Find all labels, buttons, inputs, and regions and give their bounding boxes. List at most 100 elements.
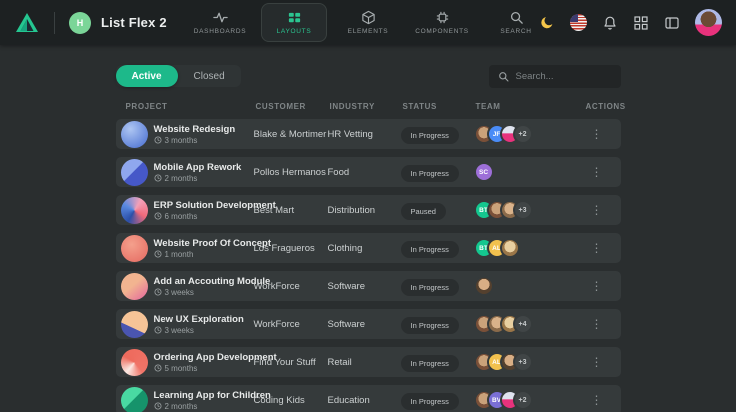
table-row[interactable]: Add an Accouting Module 3 weeks WorkForc… <box>116 271 621 301</box>
team-overflow-count: +4 <box>513 314 533 334</box>
clock-icon <box>154 402 162 410</box>
customer-cell: Best Mart <box>254 205 328 216</box>
project-icon-cell <box>121 311 154 338</box>
row-menu-button[interactable]: ⋮ <box>591 241 603 255</box>
bell-icon[interactable] <box>602 15 618 31</box>
status-cell: In Progress <box>401 239 474 258</box>
project-icon <box>121 159 148 186</box>
project-list: Website Redesign 3 months Blake & Mortim… <box>116 119 621 412</box>
project-name: Website Redesign <box>154 124 254 136</box>
status-badge: In Progress <box>401 165 459 182</box>
activity-icon <box>213 10 228 25</box>
col-header-industry: INDUSTRY <box>330 102 403 111</box>
project-duration: 1 month <box>154 250 254 259</box>
row-menu-button[interactable]: ⋮ <box>591 127 603 141</box>
apps-grid-icon[interactable] <box>633 15 649 31</box>
table-row[interactable]: ERP Solution Development 6 months Best M… <box>116 195 621 225</box>
project-cell: New UX Exploration 3 weeks <box>154 314 254 335</box>
status-badge: In Progress <box>401 317 459 334</box>
filter-closed-button[interactable]: Closed <box>178 65 241 87</box>
industry-cell: Software <box>328 281 401 292</box>
table-row[interactable]: Website Proof Of Concept 1 month Los Fra… <box>116 233 621 263</box>
project-cell: ERP Solution Development 6 months <box>154 200 254 221</box>
table-row[interactable]: New UX Exploration 3 weeks WorkForce Sof… <box>116 309 621 339</box>
project-icon <box>121 273 148 300</box>
project-cell: Website Proof Of Concept 1 month <box>154 238 254 259</box>
grid-icon <box>287 10 302 25</box>
duration-text: 6 months <box>165 212 198 221</box>
row-menu-button[interactable]: ⋮ <box>591 393 603 407</box>
status-badge: In Progress <box>401 241 459 258</box>
project-cell: Mobile App Rework 2 months <box>154 162 254 183</box>
project-cell: Add an Accouting Module 3 weeks <box>154 276 254 297</box>
clock-icon <box>154 288 162 296</box>
status-filter-toggle: Active Closed <box>116 65 241 87</box>
team-avatar-initials: SC <box>474 162 494 182</box>
actions-cell: ⋮ <box>584 201 621 219</box>
search-input[interactable] <box>516 71 612 82</box>
filter-active-button[interactable]: Active <box>116 65 178 87</box>
status-cell: In Progress <box>401 277 474 296</box>
customer-cell: Los Fragueros <box>254 243 328 254</box>
topbar: H List Flex 2 DASHBOARDS LAYOUTS ELEMENT… <box>0 0 736 45</box>
col-header-status: STATUS <box>403 102 476 111</box>
nav-label: LAYOUTS <box>277 28 312 35</box>
table-header: PROJECT CUSTOMER INDUSTRY STATUS TEAM AC… <box>116 88 621 119</box>
panel-icon[interactable] <box>664 15 680 31</box>
nav-item-search[interactable]: SEARCH <box>483 3 549 42</box>
table-row[interactable]: Mobile App Rework 2 months Pollos Herman… <box>116 157 621 187</box>
main-content: Active Closed PROJECT CUSTOMER INDUSTRY … <box>116 45 621 412</box>
row-menu-button[interactable]: ⋮ <box>591 203 603 217</box>
nav-item-elements[interactable]: ELEMENTS <box>335 3 401 42</box>
project-name: Mobile App Rework <box>154 162 254 174</box>
industry-cell: Software <box>328 319 401 330</box>
status-cell: In Progress <box>401 353 474 372</box>
team-cell: BT+3 <box>474 200 584 220</box>
project-icon-cell <box>121 387 154 412</box>
project-name: Ordering App Development <box>154 352 254 364</box>
user-avatar[interactable] <box>695 9 722 36</box>
nav-label: SEARCH <box>500 28 531 35</box>
customer-cell: Pollos Hermanos <box>254 167 328 178</box>
nav-label: DASHBOARDS <box>194 28 247 35</box>
nav-item-layouts[interactable]: LAYOUTS <box>261 3 327 42</box>
row-menu-button[interactable]: ⋮ <box>591 355 603 369</box>
table-row[interactable]: Learning App for Children 2 months Codin… <box>116 385 621 412</box>
nav-item-dashboards[interactable]: DASHBOARDS <box>187 3 253 42</box>
customer-cell: WorkForce <box>254 281 328 292</box>
project-icon <box>121 387 148 412</box>
col-header-project: PROJECT <box>126 102 256 111</box>
topbar-left: H List Flex 2 <box>14 10 167 36</box>
project-icon-cell <box>121 197 154 224</box>
project-name: ERP Solution Development <box>154 200 254 212</box>
search-box[interactable] <box>489 65 621 88</box>
duration-text: 3 weeks <box>165 326 194 335</box>
customer-cell: Blake & Mortimer <box>254 129 328 140</box>
clock-icon <box>154 364 162 372</box>
status-badge: In Progress <box>401 127 459 144</box>
col-header-customer: CUSTOMER <box>256 102 330 111</box>
actions-cell: ⋮ <box>584 125 621 143</box>
row-menu-button[interactable]: ⋮ <box>591 279 603 293</box>
team-cell <box>474 276 584 296</box>
project-icon-cell <box>121 273 154 300</box>
project-icon-cell <box>121 235 154 262</box>
us-flag-icon[interactable] <box>570 14 587 31</box>
project-cell: Ordering App Development 5 months <box>154 352 254 373</box>
app-logo-icon[interactable] <box>14 10 40 36</box>
workspace-badge[interactable]: H <box>69 12 91 34</box>
project-name: Add an Accouting Module <box>154 276 254 288</box>
row-menu-button[interactable]: ⋮ <box>591 317 603 331</box>
project-name: Learning App for Children <box>154 390 254 402</box>
status-cell: In Progress <box>401 315 474 334</box>
col-header-team: TEAM <box>476 102 586 111</box>
row-menu-button[interactable]: ⋮ <box>591 165 603 179</box>
clock-icon <box>154 136 162 144</box>
project-duration: 3 weeks <box>154 288 254 297</box>
table-row[interactable]: Website Redesign 3 months Blake & Mortim… <box>116 119 621 149</box>
nav-item-components[interactable]: COMPONENTS <box>409 3 475 42</box>
clock-icon <box>154 174 162 182</box>
topbar-divider <box>54 12 55 34</box>
table-row[interactable]: Ordering App Development 5 months Find Y… <box>116 347 621 377</box>
project-duration: 2 months <box>154 174 254 183</box>
